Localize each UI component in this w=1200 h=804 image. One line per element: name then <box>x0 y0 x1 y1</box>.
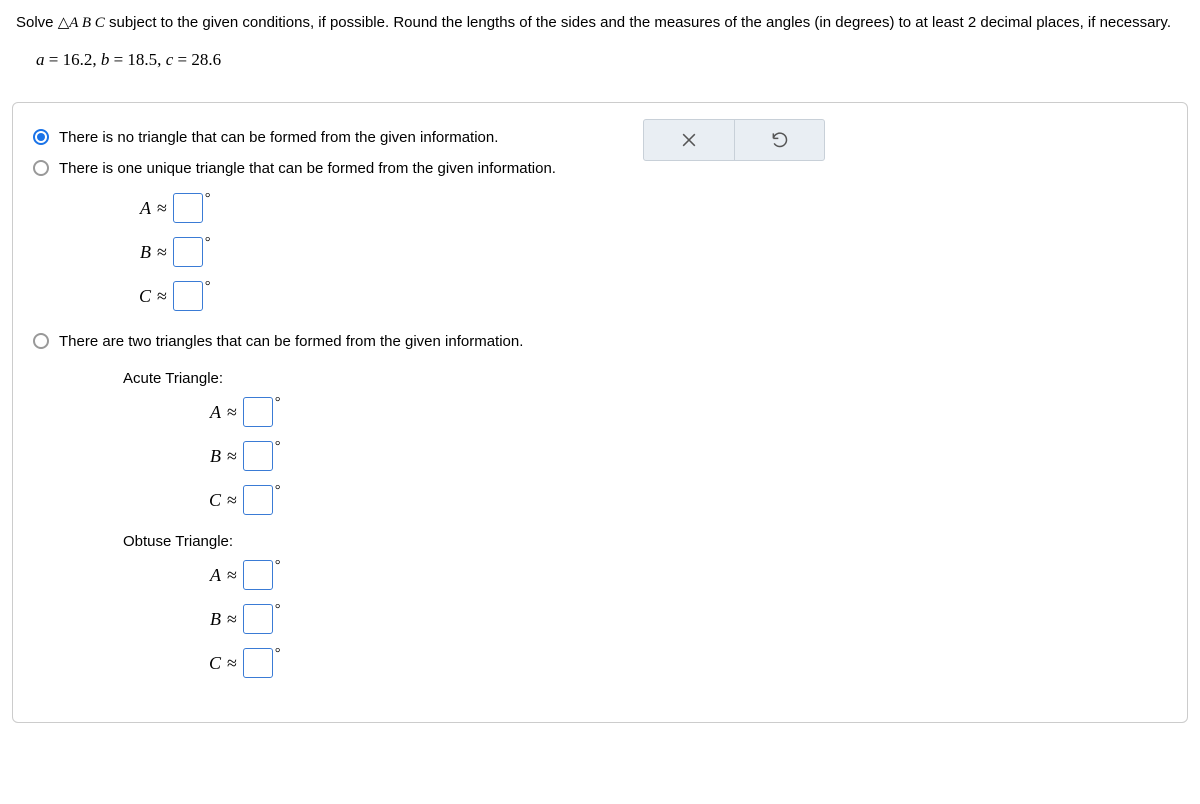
input-acute-C[interactable] <box>243 485 273 515</box>
one-triangle-inputs: A ≈ ° B ≈ ° C ≈ ° <box>123 193 1167 311</box>
option-two-triangles[interactable]: There are two triangles that can be form… <box>33 331 1167 352</box>
obtuse-inputs: A ≈ ° B ≈ ° C ≈ ° <box>193 560 1167 678</box>
approx-symbol: ≈ <box>227 565 237 586</box>
radio-no-triangle[interactable] <box>33 129 49 145</box>
approx-symbol: ≈ <box>227 402 237 423</box>
radio-one-triangle[interactable] <box>33 160 49 176</box>
row-obtuse-C: C ≈ ° <box>193 648 1167 678</box>
input-opt2-B[interactable] <box>173 237 203 267</box>
label-A: A <box>193 565 221 586</box>
option-no-triangle[interactable]: There is no triangle that can be formed … <box>33 127 1167 148</box>
label-B: B <box>193 609 221 630</box>
label-A: A <box>193 402 221 423</box>
degree-symbol: ° <box>275 483 281 499</box>
option-no-triangle-label: There is no triangle that can be formed … <box>59 127 498 148</box>
label-C: C <box>193 490 221 511</box>
row-opt2-C: C ≈ ° <box>123 281 1167 311</box>
row-acute-B: B ≈ ° <box>193 441 1167 471</box>
approx-symbol: ≈ <box>157 242 167 263</box>
approx-symbol: ≈ <box>227 446 237 467</box>
acute-title: Acute Triangle: <box>123 370 1167 387</box>
row-obtuse-A: A ≈ ° <box>193 560 1167 590</box>
label-C: C <box>123 286 151 307</box>
reset-button[interactable] <box>734 120 824 160</box>
input-acute-B[interactable] <box>243 441 273 471</box>
label-B: B <box>123 242 151 263</box>
degree-symbol: ° <box>205 235 211 251</box>
degree-symbol: ° <box>205 191 211 207</box>
row-opt2-A: A ≈ ° <box>123 193 1167 223</box>
radio-two-triangles[interactable] <box>33 333 49 349</box>
input-acute-A[interactable] <box>243 397 273 427</box>
answer-panel: There is no triangle that can be formed … <box>12 102 1188 723</box>
approx-symbol: ≈ <box>157 198 167 219</box>
approx-symbol: ≈ <box>227 653 237 674</box>
degree-symbol: ° <box>275 602 281 618</box>
label-A: A <box>123 198 151 219</box>
approx-symbol: ≈ <box>157 286 167 307</box>
label-C: C <box>193 653 221 674</box>
degree-symbol: ° <box>275 439 281 455</box>
option-one-triangle[interactable]: There is one unique triangle that can be… <box>33 158 1167 179</box>
input-opt2-C[interactable] <box>173 281 203 311</box>
row-obtuse-B: B ≈ ° <box>193 604 1167 634</box>
row-opt2-B: B ≈ ° <box>123 237 1167 267</box>
question-prompt: Solve △A B C subject to the given condit… <box>0 0 1200 82</box>
obtuse-title: Obtuse Triangle: <box>123 533 1167 550</box>
approx-symbol: ≈ <box>227 490 237 511</box>
option-one-triangle-label: There is one unique triangle that can be… <box>59 158 556 179</box>
input-obtuse-A[interactable] <box>243 560 273 590</box>
degree-symbol: ° <box>275 558 281 574</box>
given-values: a = 16.2, b = 18.5, c = 28.6 <box>16 47 1184 73</box>
option-two-triangles-label: There are two triangles that can be form… <box>59 331 523 352</box>
degree-symbol: ° <box>275 395 281 411</box>
toolbar <box>643 119 825 161</box>
input-obtuse-B[interactable] <box>243 604 273 634</box>
undo-icon <box>770 130 790 150</box>
approx-symbol: ≈ <box>227 609 237 630</box>
input-opt2-A[interactable] <box>173 193 203 223</box>
label-B: B <box>193 446 221 467</box>
row-acute-C: C ≈ ° <box>193 485 1167 515</box>
degree-symbol: ° <box>205 279 211 295</box>
input-obtuse-C[interactable] <box>243 648 273 678</box>
clear-button[interactable] <box>644 120 734 160</box>
row-acute-A: A ≈ ° <box>193 397 1167 427</box>
acute-inputs: A ≈ ° B ≈ ° C ≈ ° <box>193 397 1167 515</box>
degree-symbol: ° <box>275 646 281 662</box>
close-icon <box>679 130 699 150</box>
